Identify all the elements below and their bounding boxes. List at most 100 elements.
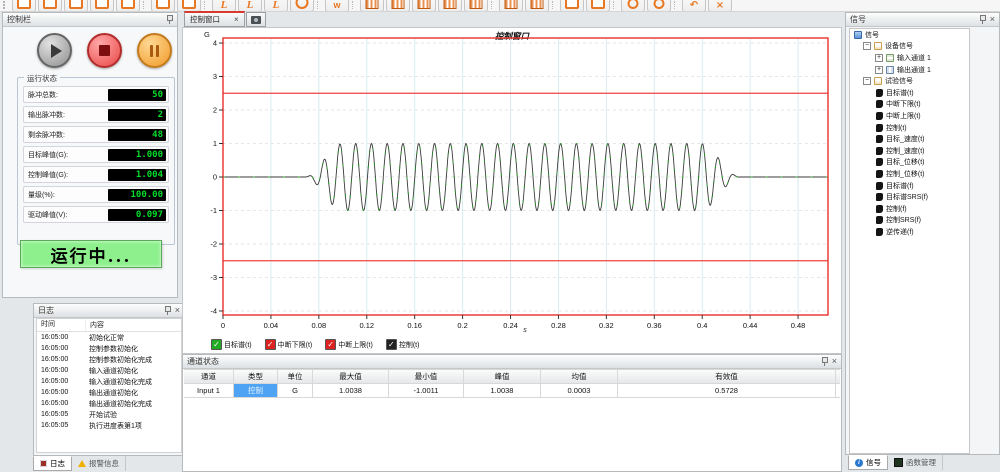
tree-item-label: 目标谱(t) [886,88,914,98]
tree-item-16[interactable]: 控制(f) [850,203,969,215]
toolbar-button-13[interactable] [360,0,384,12]
field-value-display: 50 [108,89,166,101]
toolbar-button-12[interactable]: w [325,0,349,12]
toolbar-button-19[interactable] [525,0,549,12]
signal-icon [876,124,883,132]
tab-control-window[interactable]: 控制窗口 × [184,11,245,27]
legend-checkbox[interactable]: ✓ [265,339,276,350]
toolbar-button-17[interactable] [464,0,488,12]
expand-icon[interactable]: + [875,54,883,62]
field-label: 剩余脉冲数: [28,130,65,140]
chart-area[interactable]: 控制窗口 G 43210-1-2-3-400.040.080.120.160.2… [182,27,842,354]
expand-icon[interactable]: + [875,66,883,74]
tab-snapshot[interactable] [246,12,266,27]
toolbar-button-2[interactable] [38,0,62,12]
toolbar-button-21[interactable] [586,0,610,12]
toolbar-button-3[interactable] [64,0,88,12]
tree-item-15[interactable]: 目标谱SRS(f) [850,191,969,203]
tree-item-17[interactable]: 控制SRS(f) [850,215,969,227]
toolbar-icon [654,0,665,9]
legend-item[interactable]: ✓控制(t) [386,339,420,350]
play-button[interactable] [37,33,72,68]
tree-item-7[interactable]: 中断下限(t) [850,99,969,111]
tree-item-6[interactable]: 目标谱(t) [850,87,969,99]
legend-item[interactable]: ✓中断下限(t) [265,339,313,350]
legend-checkbox[interactable]: ✓ [325,339,336,350]
toolbar-button-24[interactable]: ↶ [682,0,706,12]
tree-item-11[interactable]: 控制_速度(t) [850,145,969,157]
field-label: 驱动峰值(V): [28,210,67,220]
tree-item-14[interactable]: 目标谱(f) [850,180,969,192]
toolbar-drag-handle[interactable] [3,1,8,9]
pin-icon[interactable] [163,306,171,315]
tree-item-12[interactable]: 目标_位移(t) [850,157,969,169]
close-icon[interactable]: × [990,15,995,24]
main-toolbar: LLLw↶× [0,0,1000,12]
tree-item-label: 控制_位移(t) [886,169,925,179]
tree-item-label: 控制_速度(t) [886,146,925,156]
table-row[interactable]: Input 1控制G1.0038-1.00111.00380.00030.572… [184,384,840,398]
toolbar-icon [392,0,405,9]
stop-button[interactable] [87,33,122,68]
field-value-display: 100.00 [108,189,166,201]
waveform-plot[interactable]: 43210-1-2-3-400.040.080.120.160.20.240.2… [183,28,841,328]
signal-tab-strip: i 信号 函数管理 [848,455,998,470]
collapse-icon[interactable]: − [863,42,871,50]
log-header: 时间 内容 [37,319,181,332]
tree-item-4[interactable]: +输出通道 1 [850,64,969,76]
tree-item-8[interactable]: 中断上限(t) [850,110,969,122]
tree-item-3[interactable]: +输入通道 1 [850,52,969,64]
legend-item[interactable]: ✓中断上限(t) [325,339,373,350]
tree-item-1[interactable]: 信号 [850,29,969,41]
close-icon[interactable]: × [175,306,180,315]
pause-icon [150,45,159,57]
toolbar-button-22[interactable] [621,0,645,12]
field-label: 输出脉冲数: [28,110,65,120]
tree-item-2[interactable]: −设备信号 [850,41,969,53]
svg-text:-3: -3 [210,273,217,282]
signal-icon [876,182,883,190]
tree-item-13[interactable]: 控制_位移(t) [850,168,969,180]
svg-text:-4: -4 [210,306,217,315]
tree-item-label: 控制(f) [886,204,907,214]
toolbar-button-4[interactable] [90,0,114,12]
tab-log[interactable]: 日志 [33,456,72,471]
toolbar-button-25[interactable]: × [708,0,732,12]
toolbar-button-5[interactable] [116,0,140,12]
tree-item-label: 目标谱SRS(f) [886,192,928,202]
table-cell: -1.0011 [389,384,464,397]
toolbar-button-15[interactable] [412,0,436,12]
close-icon[interactable]: × [832,357,837,366]
pause-button[interactable] [137,33,172,68]
toolbar-button-6[interactable] [151,0,175,12]
tree-item-18[interactable]: 逆传递(f) [850,226,969,238]
toolbar-button-23[interactable] [647,0,671,12]
tree-item-9[interactable]: 控制(t) [850,122,969,134]
toolbar-button-16[interactable] [438,0,462,12]
toolbar-button-11[interactable] [290,0,314,12]
toolbar-button-14[interactable] [386,0,410,12]
log-time: 16:05:00 [37,400,85,407]
tab-function-manager[interactable]: 函数管理 [888,455,943,470]
log-time: 16:05:00 [37,367,85,374]
tree-item-5[interactable]: −试验信号 [850,75,969,87]
legend-checkbox[interactable]: ✓ [211,339,222,350]
toolbar-icon [121,0,135,9]
tab-signal[interactable]: i 信号 [848,455,888,470]
tab-alarm-info[interactable]: 报警信息 [72,456,126,471]
field-value-display: 1.004 [108,169,166,181]
pin-icon[interactable] [165,15,173,24]
collapse-icon[interactable]: − [863,77,871,85]
tree-item-10[interactable]: 目标_速度(t) [850,133,969,145]
warning-icon [78,460,86,467]
toolbar-button-1[interactable] [12,0,36,12]
toolbar-button-20[interactable] [560,0,584,12]
toolbar-button-10[interactable]: L [264,0,288,12]
pin-icon[interactable] [820,357,828,366]
close-icon[interactable]: × [234,15,239,24]
legend-checkbox[interactable]: ✓ [386,339,397,350]
legend-item[interactable]: ✓目标谱(t) [211,339,252,350]
pin-icon[interactable] [978,15,986,24]
toolbar-button-18[interactable] [499,0,523,12]
toolbar-icon [95,0,109,9]
